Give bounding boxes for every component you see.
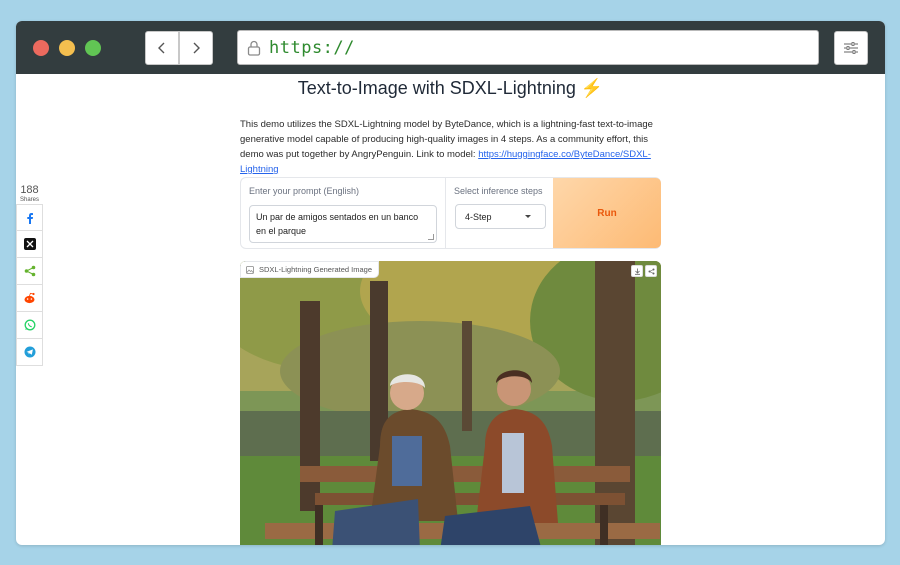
share-image-button[interactable]: [645, 265, 657, 277]
forward-button[interactable]: [179, 31, 213, 65]
browser-titlebar: https://: [16, 21, 885, 74]
page-title: Text-to-Image with SDXL-Lightning ⚡: [297, 78, 604, 98]
prompt-value: Un par de amigos sentados en un banco en…: [256, 212, 419, 236]
steps-section: Select inference steps 4-Step: [445, 178, 553, 248]
steps-value: 4-Step: [465, 211, 492, 222]
caret-down-icon: [525, 215, 531, 218]
share-icon: [648, 268, 654, 274]
prompt-input[interactable]: Un par de amigos sentados en un banco en…: [249, 205, 437, 243]
run-button[interactable]: Run: [553, 178, 661, 248]
generated-image: [240, 261, 661, 545]
chevron-right-icon: [193, 42, 200, 54]
image-icon: [246, 265, 254, 274]
image-label-text: SDXL-Lightning Generated Image: [259, 265, 372, 274]
browser-menu-button[interactable]: [834, 31, 868, 65]
minimize-window-button[interactable]: [59, 40, 75, 56]
image-toolbar: [631, 265, 657, 277]
close-window-button[interactable]: [33, 40, 49, 56]
download-button[interactable]: [631, 265, 643, 277]
steps-select[interactable]: 4-Step: [455, 204, 546, 229]
maximize-window-button[interactable]: [85, 40, 101, 56]
address-bar[interactable]: https://: [237, 30, 819, 65]
image-label: SDXL-Lightning Generated Image: [240, 261, 379, 278]
steps-label: Select inference steps: [454, 186, 543, 196]
generation-form: Enter your prompt (English) Un par de am…: [240, 177, 661, 249]
download-icon: [634, 268, 640, 275]
generated-image-panel: SDXL-Lightning Generated Image: [240, 261, 661, 545]
lock-icon: [247, 40, 261, 56]
url-text: https://: [269, 37, 355, 58]
resize-handle-icon[interactable]: [428, 234, 434, 240]
chevron-left-icon: [158, 42, 165, 54]
back-button[interactable]: [145, 31, 179, 65]
prompt-section: Enter your prompt (English) Un par de am…: [241, 178, 445, 248]
browser-window: https:// 188 Shares Text-to-Image with S…: [16, 21, 885, 545]
page-description: This demo utilizes the SDXL-Lightning mo…: [240, 117, 660, 177]
sliders-icon: [844, 42, 858, 54]
main-content: Text-to-Image with SDXL-Lightning ⚡ This…: [16, 74, 885, 545]
prompt-label: Enter your prompt (English): [249, 186, 360, 196]
